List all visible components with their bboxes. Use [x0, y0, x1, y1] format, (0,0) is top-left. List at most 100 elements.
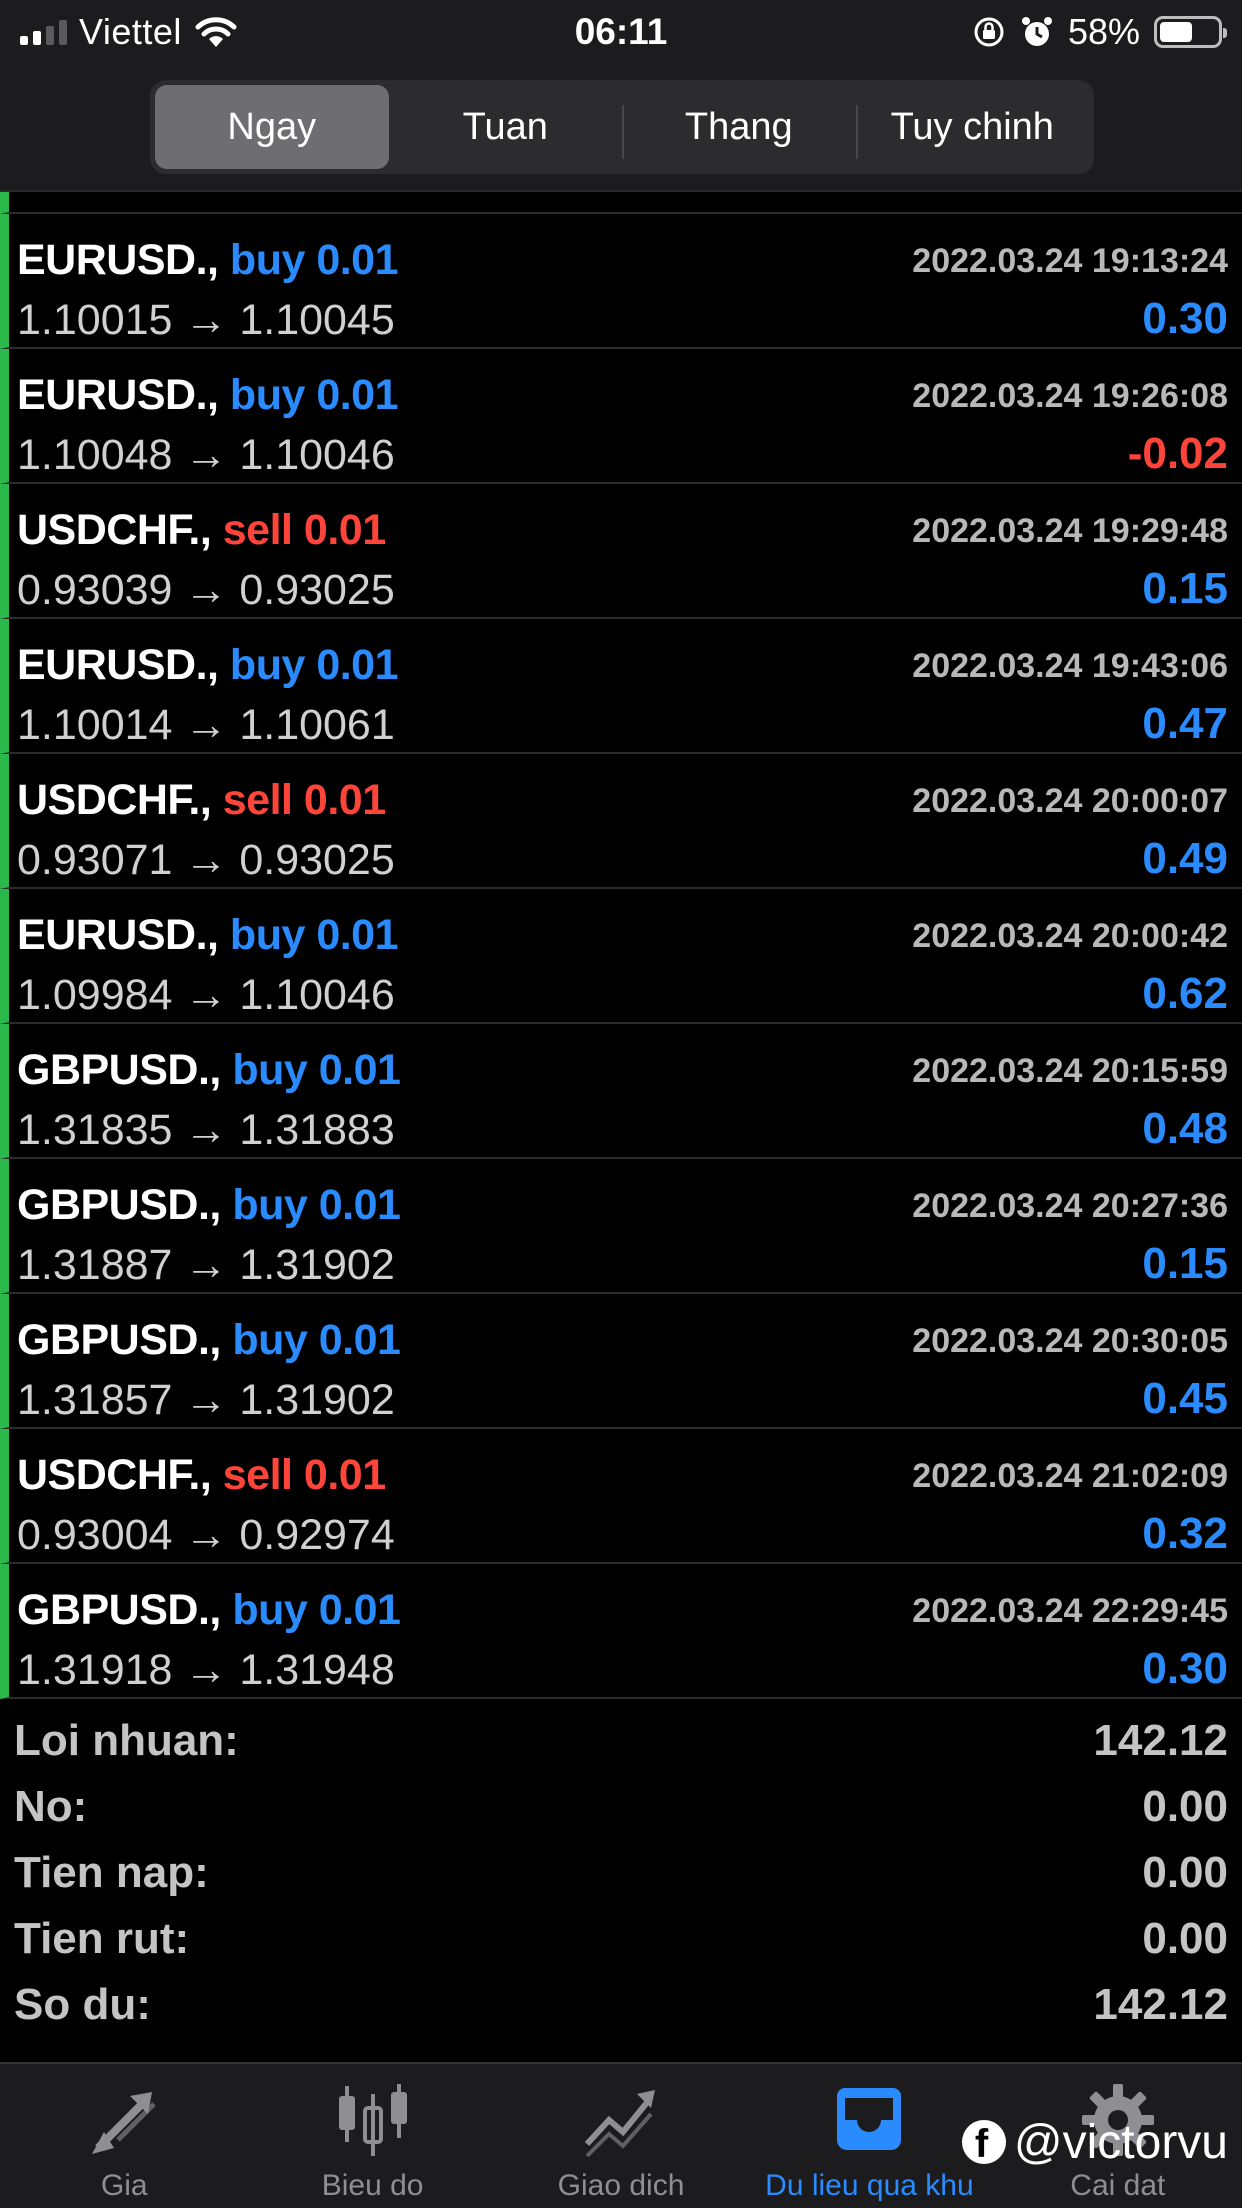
trade-time: 2022.03.24 22:29:45 — [912, 1592, 1228, 1630]
history-inbox-icon — [837, 2088, 902, 2150]
list-item[interactable]: EURUSD., buy 0.01 1.09984 → 1.10046 2022.0… — [0, 889, 1242, 1024]
list-item[interactable]: USDCHF., sell 0.01 0.93004 → 0.92974 2022.… — [0, 1429, 1242, 1564]
tab-label: Giao dich — [557, 2169, 685, 2202]
trade-time: 2022.03.24 20:00:07 — [912, 782, 1228, 820]
watermark: f @victorvu — [961, 2112, 1228, 2172]
trade-profit: 0.62 — [1142, 969, 1228, 1018]
trade-time: 2022.03.24 19:13:24 — [912, 242, 1228, 280]
trade-side: sell 0.01 — [222, 506, 386, 554]
tab-label: Bieu do — [321, 2169, 424, 2202]
summary-balance-row: So du: 142.12 — [0, 1972, 1242, 2038]
trade-side: sell 0.01 — [222, 776, 386, 824]
battery-icon — [1154, 16, 1227, 48]
list-item[interactable]: USDCHF., sell 0.01 0.93071 → 0.93025 2022.… — [0, 754, 1242, 889]
summary-profit-row: Loi nhuan: 142.12 — [0, 1708, 1242, 1774]
summary-label: So du: — [14, 1980, 151, 2029]
trade-symbol: EURUSD., — [17, 911, 219, 959]
list-item[interactable]: USDCHF., sell 0.01 0.93039 → 0.93025 2022.… — [0, 484, 1242, 619]
trade-symbol-line: EURUSD., buy 0.01 — [17, 911, 399, 960]
trade-time: 2022.03.24 20:00:42 — [912, 917, 1228, 955]
summary-label: Loi nhuan: — [14, 1716, 239, 1765]
trade-prices: 1.10014 → 1.10061 — [17, 701, 395, 749]
summary-label: Tien rut: — [14, 1914, 190, 1963]
trade-symbol-line: GBPUSD., buy 0.01 — [17, 1181, 401, 1230]
trade-profit: 0.45 — [1142, 1374, 1228, 1423]
trade-profit: 0.30 — [1142, 1644, 1228, 1693]
trade-side: buy 0.01 — [232, 1586, 401, 1634]
trade-profit: 0.49 — [1142, 834, 1228, 883]
trade-symbol: GBPUSD., — [17, 1316, 221, 1364]
summary-label: No: — [14, 1782, 88, 1831]
list-item[interactable]: GBPUSD., buy 0.01 1.31918 → 1.31948 2022.0… — [0, 1564, 1242, 1699]
trade-prices: 1.31887 → 1.31902 — [17, 1241, 395, 1289]
account-summary: Loi nhuan: 142.12 No: 0.00 Tien nap: 0.0… — [0, 1708, 1242, 2038]
summary-credit-row: No: 0.00 — [0, 1774, 1242, 1840]
trade-time: 2022.03.24 20:30:05 — [912, 1322, 1228, 1360]
trade-side: buy 0.01 — [232, 1046, 401, 1094]
summary-withdrawal-row: Tien rut: 0.00 — [0, 1906, 1242, 1972]
trade-symbol-line: EURUSD., buy 0.01 — [17, 371, 399, 420]
list-item[interactable]: EURUSD., buy 0.01 1.10015 → 1.10045 2022.0… — [0, 214, 1242, 349]
list-item-partial[interactable] — [0, 192, 1242, 214]
battery-percent: 58% — [1067, 11, 1140, 52]
trade-symbol: USDCHF., — [17, 506, 212, 554]
tab-label: Du lieu qua khu — [765, 2169, 974, 2202]
tab-trade[interactable]: Giao dich — [497, 2064, 745, 2208]
period-segmented-control: Ngay Tuan Thang Tuy chinh — [150, 80, 1094, 174]
trade-symbol-line: EURUSD., buy 0.01 — [17, 236, 399, 285]
segment-month[interactable]: Thang — [622, 85, 856, 169]
trade-side: buy 0.01 — [229, 371, 399, 419]
trade-symbol: GBPUSD., — [17, 1181, 221, 1229]
trade-side: buy 0.01 — [229, 911, 399, 959]
trade-symbol: GBPUSD., — [17, 1586, 221, 1634]
trade-profit: 0.15 — [1142, 564, 1228, 613]
trade-time: 2022.03.24 19:43:06 — [912, 647, 1228, 685]
trade-trend-icon — [584, 2090, 656, 2158]
tab-label: Gia — [100, 2169, 148, 2202]
trade-side: buy 0.01 — [229, 641, 399, 689]
trade-prices: 1.10048 → 1.10046 — [17, 431, 395, 479]
trade-prices: 1.31857 → 1.31902 — [17, 1376, 395, 1424]
trade-symbol: GBPUSD., — [17, 1046, 221, 1094]
list-item[interactable]: GBPUSD., buy 0.01 1.31887 → 1.31902 2022.0… — [0, 1159, 1242, 1294]
summary-value: 0.00 — [1142, 1914, 1228, 1963]
trade-symbol-line: USDCHF., sell 0.01 — [17, 1451, 386, 1500]
trade-profit: 0.15 — [1142, 1239, 1228, 1288]
tab-history[interactable]: Du lieu qua khu — [745, 2064, 993, 2208]
segment-day[interactable]: Ngay — [155, 85, 389, 169]
segment-custom[interactable]: Tuy chinh — [855, 85, 1090, 169]
candlestick-chart-icon — [338, 2084, 407, 2156]
trade-symbol-line: EURUSD., buy 0.01 — [17, 641, 399, 690]
tab-chart[interactable]: Bieu do — [248, 2064, 496, 2208]
trade-time: 2022.03.24 19:26:08 — [912, 377, 1228, 415]
trade-prices: 1.10015 → 1.10045 — [17, 296, 395, 344]
trade-prices: 0.93004 → 0.92974 — [17, 1511, 395, 1559]
summary-label: Tien nap: — [14, 1848, 209, 1897]
trade-profit: -0.02 — [1127, 429, 1228, 478]
period-selector-bar: Ngay Tuan Thang Tuy chinh — [0, 66, 1242, 192]
tab-quotes[interactable]: Gia — [0, 2064, 248, 2208]
status-right: 58% — [972, 8, 1227, 56]
facebook-icon: f — [961, 2120, 1006, 2166]
list-item[interactable]: EURUSD., buy 0.01 1.10048 → 1.10046 2022.0… — [0, 349, 1242, 484]
trade-time: 2022.03.24 19:29:48 — [912, 512, 1228, 550]
trade-symbol: USDCHF., — [17, 1451, 212, 1499]
trade-prices: 1.31918 → 1.31948 — [17, 1646, 395, 1694]
trade-side: buy 0.01 — [232, 1316, 401, 1364]
trade-profit: 0.32 — [1142, 1509, 1228, 1558]
summary-value: 0.00 — [1142, 1848, 1228, 1897]
trade-prices: 0.93039 → 0.93025 — [17, 566, 395, 614]
list-item[interactable]: EURUSD., buy 0.01 1.10014 → 1.10061 2022.0… — [0, 619, 1242, 754]
segment-week[interactable]: Tuan — [389, 85, 623, 169]
list-item[interactable]: GBPUSD., buy 0.01 1.31857 → 1.31902 2022.0… — [0, 1294, 1242, 1429]
trade-symbol-line: USDCHF., sell 0.01 — [17, 776, 386, 825]
trade-history-list[interactable]: EURUSD., buy 0.01 1.10015 → 1.10045 2022.0… — [0, 192, 1242, 1700]
list-item[interactable]: GBPUSD., buy 0.01 1.31835 → 1.31883 2022.0… — [0, 1024, 1242, 1159]
trade-prices: 1.09984 → 1.10046 — [17, 971, 395, 1019]
rotation-lock-icon — [974, 17, 1004, 47]
tab-label: Cai dat — [1070, 2169, 1166, 2202]
trade-symbol: EURUSD., — [17, 371, 219, 419]
trade-profit: 0.30 — [1142, 294, 1228, 343]
trade-prices: 1.31835 → 1.31883 — [17, 1106, 395, 1154]
trade-prices: 0.93071 → 0.93025 — [17, 836, 395, 884]
